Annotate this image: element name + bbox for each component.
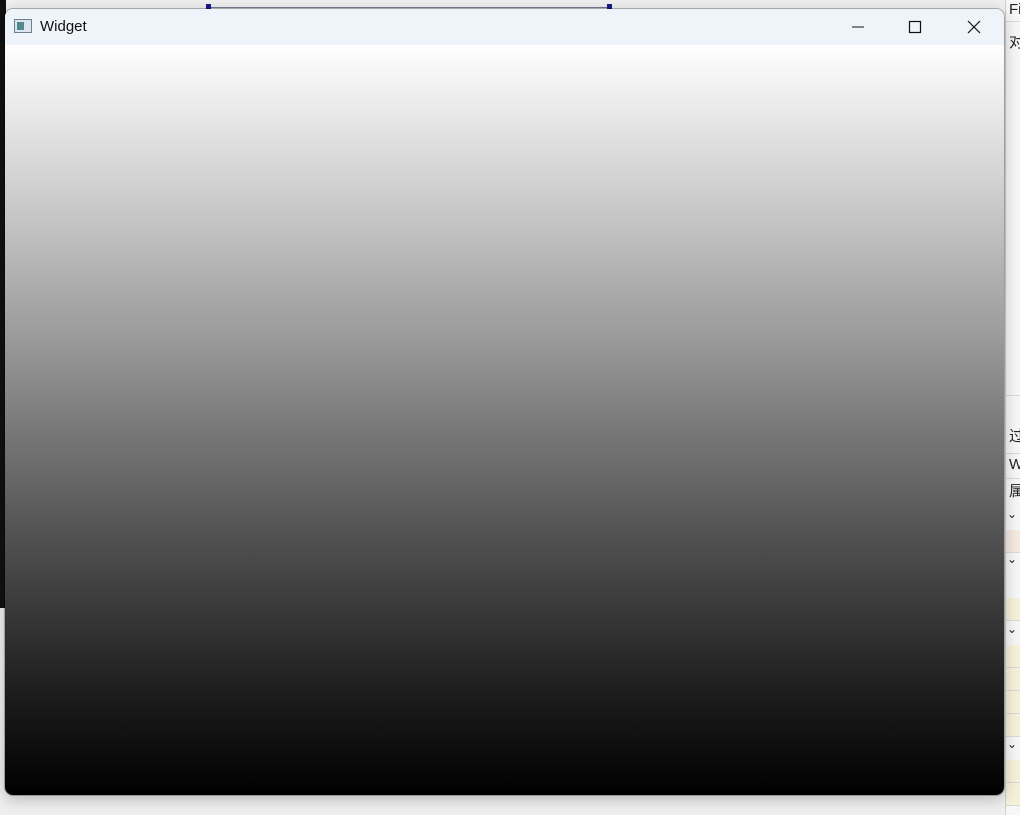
right-dock-panels: Fi 对 过 W 属 ⌄ ⌄ ⌄ ⌄ [1005,0,1020,815]
gradient-client-area [5,45,1004,795]
minimize-icon [852,26,864,28]
property-row[interactable] [1006,760,1020,783]
title-bar[interactable]: Widget [5,9,1004,45]
property-header-label: 属 [1006,482,1020,502]
filter-label: 过 [1006,427,1020,447]
widget-window[interactable]: Widget [5,9,1004,795]
maximize-icon [908,20,922,34]
chevron-down-icon[interactable]: ⌄ [1007,737,1017,751]
app-window-icon [14,19,32,33]
close-icon [967,20,981,34]
object-inspector-label: 对 [1006,33,1020,53]
object-name-label: W [1006,455,1020,475]
window-title: Widget [40,18,87,35]
property-row[interactable] [1006,645,1020,668]
property-row[interactable] [1006,530,1020,553]
chevron-down-icon[interactable]: ⌄ [1007,552,1017,566]
property-row[interactable] [1006,691,1020,714]
divider [1006,394,1020,396]
form-selection-border [206,7,612,8]
minimize-button[interactable] [829,9,887,45]
property-row[interactable] [1006,783,1020,806]
property-row[interactable] [1006,714,1020,737]
chevron-down-icon[interactable]: ⌄ [1007,507,1017,521]
property-row[interactable] [1006,668,1020,691]
property-row[interactable] [1006,598,1020,621]
divider [1006,20,1020,22]
panel-header-text: Fi [1009,1,1020,18]
divider [1006,477,1020,479]
maximize-button[interactable] [886,9,944,45]
chevron-down-icon[interactable]: ⌄ [1007,622,1017,636]
close-button[interactable] [945,9,1003,45]
divider [1006,452,1020,454]
